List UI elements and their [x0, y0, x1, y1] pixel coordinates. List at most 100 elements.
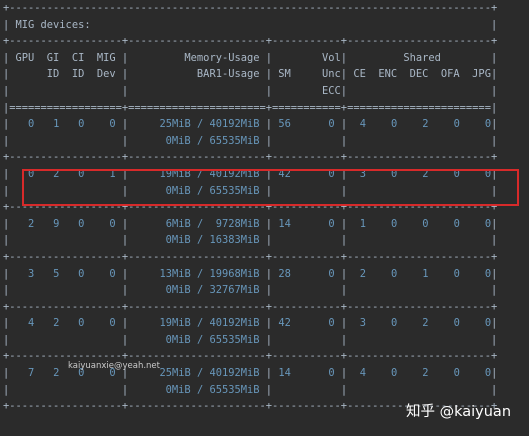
header-line-1: | GPU GI CI MIG | Memory-Usage | Vol| Sh… — [3, 51, 498, 64]
cell-value: 2 — [409, 317, 429, 330]
cell-value: 6MiB / 9728MiB — [128, 217, 260, 230]
border: | | | — [259, 284, 498, 297]
border — [397, 367, 410, 379]
row-separator: +------------------+--------------------… — [3, 151, 498, 164]
border — [34, 367, 47, 379]
cell-value: 0 — [71, 317, 85, 330]
border: | — [259, 317, 279, 330]
highlight-box — [22, 169, 519, 206]
cell-value: 0 — [441, 317, 460, 330]
cell-value: 4 — [21, 317, 35, 330]
border — [59, 268, 72, 280]
border — [84, 118, 97, 130]
section-title: | MIG devices: | — [3, 18, 498, 31]
border: | — [115, 267, 129, 280]
border — [59, 317, 72, 329]
border — [366, 317, 379, 329]
border — [34, 268, 47, 280]
cell-value: 25MiB / 40192MiB — [128, 118, 260, 131]
border — [460, 367, 473, 379]
border: | | | — [259, 333, 498, 346]
border: | — [259, 118, 279, 131]
row-separator: +------------------+--------------------… — [3, 250, 498, 263]
border: | — [259, 367, 279, 380]
cell-value: 42 — [278, 317, 291, 330]
border: | | — [3, 234, 129, 247]
border: | — [491, 118, 498, 131]
border — [397, 218, 410, 230]
cell-value: 0 — [472, 317, 492, 330]
border — [366, 367, 379, 379]
cell-value: 14 — [278, 217, 291, 230]
cell-value: 0 — [378, 367, 398, 380]
cell-value: 2 — [353, 267, 366, 280]
border: | | | — [259, 383, 498, 396]
cell-value: 0 — [378, 217, 398, 230]
header-sep: +------------------+--------------------… — [3, 35, 498, 48]
cell-value: 0 — [71, 118, 85, 131]
cell-value: 7 — [21, 367, 35, 380]
cell-value: 0 — [441, 267, 460, 280]
table-row: | 3 5 0 0 | 13MiB / 19968MiB | 28 0 | 2 … — [3, 266, 497, 283]
cell-value: 1 — [46, 118, 60, 131]
border: | — [334, 267, 354, 280]
border — [34, 218, 47, 230]
border — [291, 268, 329, 280]
border: | — [3, 167, 22, 180]
cell-value: 9 — [46, 217, 60, 230]
cell-value: 0 — [472, 217, 492, 230]
border — [366, 218, 379, 230]
border: | — [334, 118, 354, 131]
border — [460, 118, 473, 130]
cell-value: 2 — [21, 217, 35, 230]
border: | — [259, 267, 279, 280]
cell-value: 0 — [378, 267, 398, 280]
border — [429, 268, 442, 280]
table-row: | 0 1 0 0 | 25MiB / 40192MiB | 56 0 | 4 … — [3, 116, 497, 133]
border — [291, 218, 329, 230]
table-row: | | 0MiB / 16383MiB | | | — [3, 232, 497, 249]
header-double-sep: |==================+====================… — [3, 101, 498, 114]
border — [397, 118, 410, 130]
border — [34, 317, 47, 329]
border: | — [334, 367, 354, 380]
cell-value: 28 — [278, 267, 291, 280]
border: | — [3, 217, 22, 230]
border — [397, 317, 410, 329]
border: | — [3, 118, 22, 131]
cell-value: 4 — [353, 118, 366, 131]
border — [59, 218, 72, 230]
table-row: | | 0MiB / 65535MiB | | | — [3, 133, 497, 150]
cell-value: 14 — [278, 367, 291, 380]
cell-value: 0 — [472, 367, 492, 380]
border: | | — [3, 134, 129, 147]
cell-value: 0MiB / 65535MiB — [128, 383, 260, 396]
cell-value: 0 — [96, 217, 116, 230]
border — [34, 118, 47, 130]
cell-value: 0MiB / 16383MiB — [128, 234, 260, 247]
site-watermark: 知乎 @kaiyuan — [406, 404, 512, 420]
border — [84, 317, 97, 329]
table-row: | | 0MiB / 65535MiB | | | — [3, 382, 497, 399]
border: | | — [3, 333, 129, 346]
border — [397, 268, 410, 280]
border: | — [491, 317, 498, 330]
header-line-2: | ID ID Dev | BAR1-Usage | SM Unc| CE EN… — [3, 68, 498, 81]
table-row: | 2 9 0 0 | 6MiB / 9728MiB | 14 0 | 1 0 … — [3, 216, 497, 233]
border — [429, 367, 442, 379]
border — [429, 118, 442, 130]
border: | — [115, 317, 129, 330]
cell-value: 2 — [46, 367, 60, 380]
border — [84, 218, 97, 230]
cell-value: 4 — [353, 367, 366, 380]
cell-value: 56 — [278, 118, 291, 131]
cell-value: 13MiB / 19968MiB — [128, 267, 260, 280]
cell-value: 0MiB / 65535MiB — [128, 333, 260, 346]
border — [366, 268, 379, 280]
cell-value: 5 — [46, 267, 60, 280]
border — [429, 317, 442, 329]
cell-value: 0 — [378, 317, 398, 330]
row-separator: +------------------+--------------------… — [3, 300, 498, 313]
cell-value: 0 — [441, 217, 460, 230]
border: | — [115, 217, 129, 230]
